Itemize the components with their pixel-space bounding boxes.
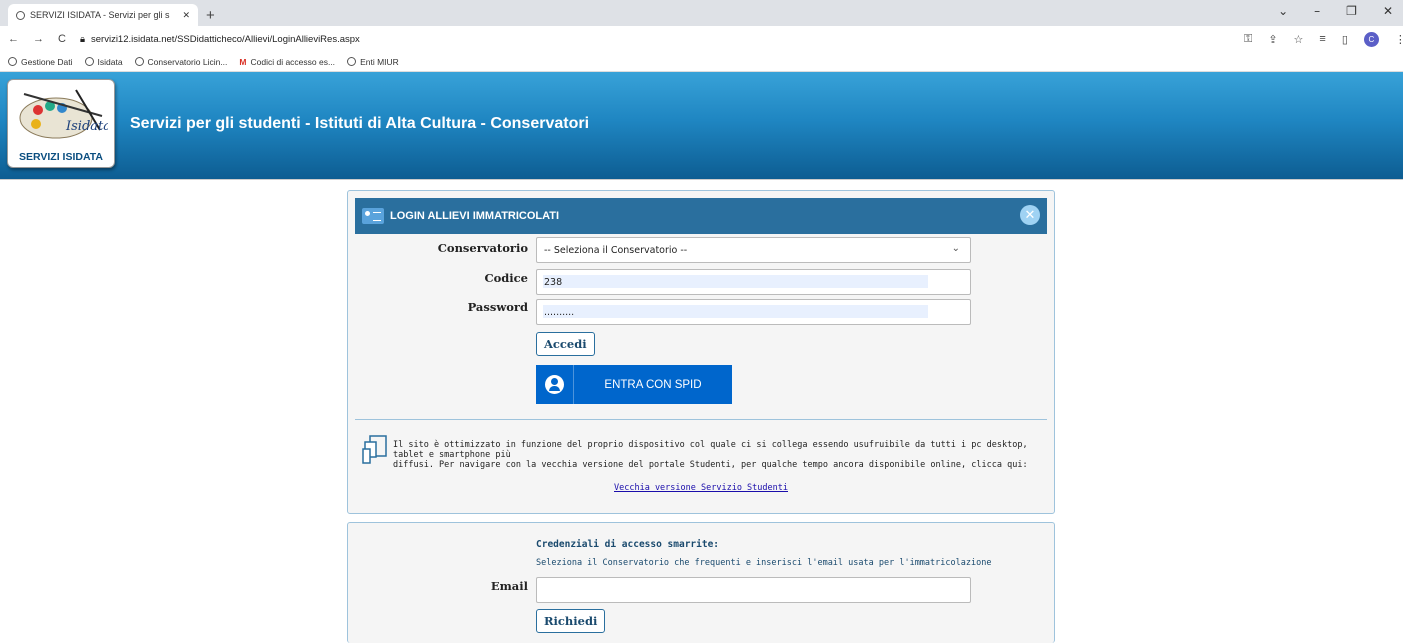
globe-icon [84, 57, 94, 66]
chevron-down-icon: ⌄ [951, 243, 960, 254]
url-bar[interactable]: 🔒︎ servizi12.isidata.net/SSDidatticheco/… [79, 29, 1230, 49]
bookmark-item[interactable]: Enti MIUR [347, 57, 399, 67]
globe-icon [134, 57, 144, 66]
login-panel-title-bar: LOGIN ALLIEVI IMMATRICOLATI [355, 198, 1047, 234]
svg-text:Isidata: Isidata [65, 119, 108, 134]
globe-icon [16, 10, 25, 20]
close-icon[interactable]: ✕ [1020, 205, 1040, 225]
browser-tab[interactable]: SERVIZI ISIDATA - Servizi per gli s ✕ [8, 4, 198, 26]
window-controls: ⌄ – ❐ ✕ [1278, 4, 1393, 18]
site-header: Isidata SERVIZI ISIDATA Servizi per gli … [0, 72, 1403, 180]
conservatorio-label: Conservatorio [437, 241, 528, 255]
gmail-icon: M [239, 56, 247, 67]
side-panel-icon[interactable]: ▯ [1342, 33, 1348, 46]
minimize-button[interactable]: – [1314, 4, 1320, 18]
conservatorio-select[interactable]: -- Seleziona il Conservatorio -- ⌄ [536, 237, 971, 263]
richiedi-button[interactable]: Richiedi [536, 609, 606, 633]
address-bar-row: ← → C 🔒︎ servizi12.isidata.net/SSDidatti… [0, 26, 1403, 52]
tab-search-icon[interactable]: ⌄ [1278, 4, 1288, 18]
browser-tab-bar: SERVIZI ISIDATA - Servizi per gli s ✕ + … [0, 0, 1403, 26]
codice-label: Codice [484, 271, 528, 285]
login-panel: LOGIN ALLIEVI IMMATRICOLATI ✕ Conservato… [347, 190, 1055, 514]
codice-input[interactable]: 238 [536, 269, 971, 295]
bookmark-item[interactable]: Isidata [84, 57, 123, 67]
logo[interactable]: Isidata SERVIZI ISIDATA [7, 79, 115, 168]
devices-icon [362, 435, 387, 464]
recovery-title: Credenziali di accesso smarrite: [536, 539, 720, 550]
url-text: servizi12.isidata.net/SSDidatticheco/All… [91, 33, 360, 45]
email-input[interactable] [536, 577, 971, 603]
globe-icon [347, 57, 357, 66]
user-circle-icon [536, 365, 574, 404]
accedi-button[interactable]: Accedi [536, 332, 595, 356]
login-title: LOGIN ALLIEVI IMMATRICOLATI [390, 210, 560, 222]
recovery-panel: Credenziali di accesso smarrite: Selezio… [347, 522, 1055, 643]
bookmark-item[interactable]: Gestione Dati [8, 57, 73, 67]
restore-button[interactable]: ❐ [1346, 4, 1357, 18]
toolbar-right: ⚿ ⇪ ☆ ≡ ▯ C ⋮ [1244, 31, 1403, 47]
globe-icon [8, 57, 17, 66]
new-tab-button[interactable]: + [206, 4, 215, 26]
star-icon[interactable]: ☆ [1294, 33, 1304, 46]
info-text: Il sito è ottimizzato in funzione del pr… [393, 440, 1028, 470]
logo-image: Isidata [19, 89, 108, 139]
close-tab-icon[interactable]: ✕ [182, 10, 190, 21]
password-label: Password [467, 300, 528, 314]
lock-icon: 🔒︎ [79, 33, 86, 45]
old-version-link[interactable]: Vecchia versione Servizio Studenti [348, 483, 1054, 493]
bookmark-item[interactable]: M Codici di accesso es... [239, 57, 335, 67]
tab-title: SERVIZI ISIDATA - Servizi per gli s [30, 10, 170, 20]
spid-login-button[interactable]: ENTRA CON SPID [536, 365, 732, 404]
recovery-description: Seleziona il Conservatorio che frequenti… [536, 558, 992, 568]
bookmark-item[interactable]: Conservatorio Licin... [134, 57, 227, 67]
avatar[interactable]: C [1363, 31, 1379, 47]
email-label: Email [490, 579, 528, 593]
reading-list-icon[interactable]: ≡ [1319, 33, 1325, 45]
menu-icon[interactable]: ⋮ [1395, 33, 1403, 46]
reload-icon[interactable]: C [58, 33, 66, 45]
forward-icon[interactable]: → [33, 33, 44, 45]
close-window-button[interactable]: ✕ [1383, 4, 1393, 18]
logo-label: SERVIZI ISIDATA [18, 151, 103, 163]
password-input[interactable]: .......... [536, 299, 971, 325]
page-title: Servizi per gli studenti - Istituti di A… [130, 115, 590, 132]
key-icon[interactable]: ⚿ [1244, 33, 1252, 46]
share-icon[interactable]: ⇪ [1268, 33, 1277, 46]
divider [355, 419, 1047, 420]
id-card-icon [362, 208, 384, 224]
back-icon[interactable]: ← [8, 33, 19, 45]
bookmarks-bar: Gestione Dati Isidata Conservatorio Lici… [0, 52, 1403, 72]
